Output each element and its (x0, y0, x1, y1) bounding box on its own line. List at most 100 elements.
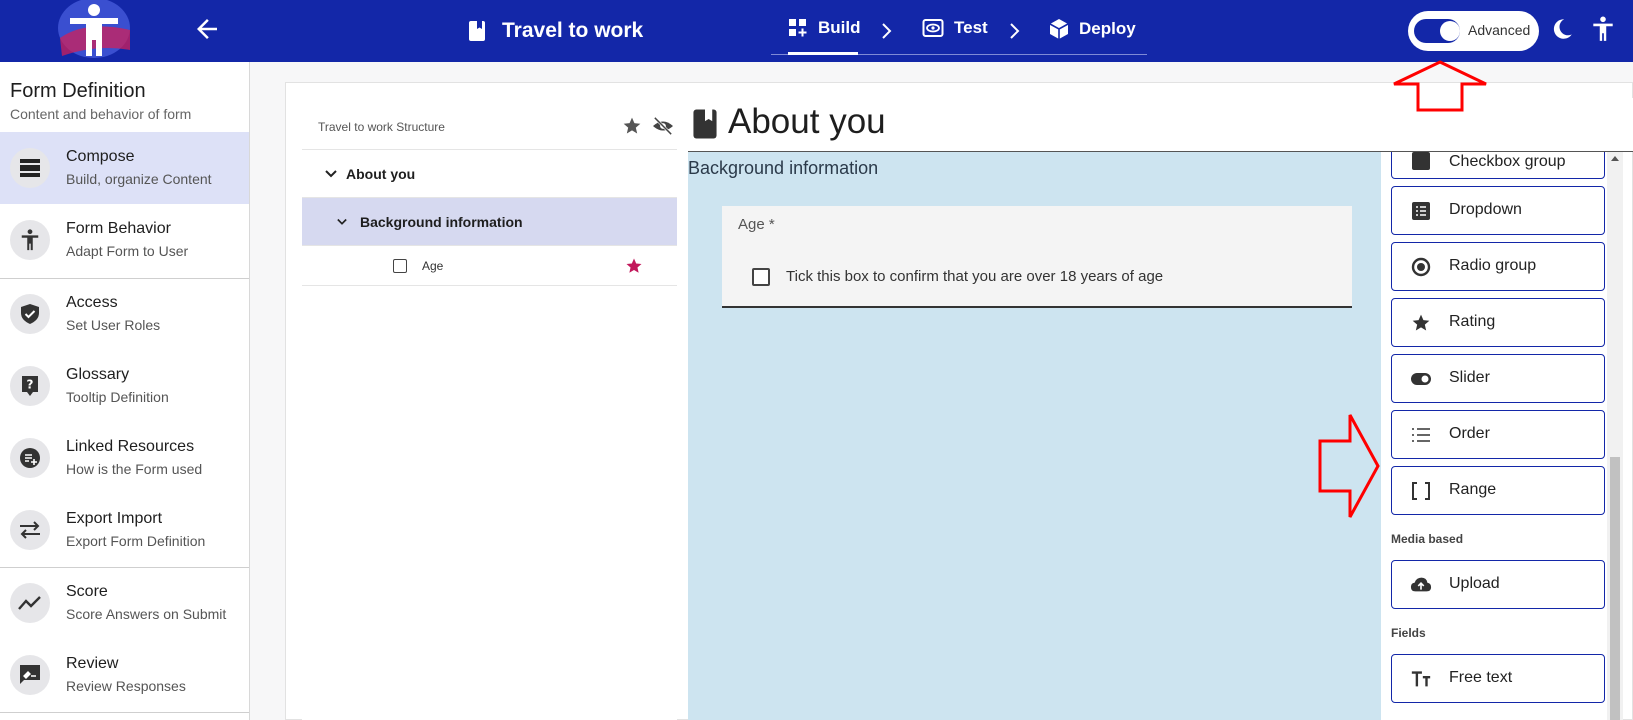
dark-mode-icon[interactable] (1549, 16, 1575, 42)
chevron-down-icon (337, 218, 347, 225)
rate-review-icon (10, 655, 50, 695)
tab-build-label: Build (818, 18, 861, 37)
svg-text:?: ? (27, 378, 34, 392)
sidebar-item-label: Compose (66, 148, 135, 165)
advanced-toggle[interactable]: Advanced (1408, 11, 1539, 51)
toolbox-radio-group-button[interactable]: Radio group (1391, 242, 1605, 291)
question-toolbox: Checkbox group Dropdown Radio group Rati… (1381, 152, 1617, 720)
sidebar-item-form-behavior[interactable]: Form Behavior Adapt Form to User (0, 204, 249, 276)
compose-icon (10, 148, 50, 188)
toolbox-range-button[interactable]: Range (1391, 466, 1605, 515)
section-title: Background information (688, 158, 879, 178)
toolbox-rating-button[interactable]: Rating (1391, 298, 1605, 347)
tab-build[interactable]: Build (788, 18, 861, 38)
sidebar-title: Form Definition (10, 80, 146, 102)
star-icon[interactable] (622, 116, 642, 136)
radio-icon (1411, 257, 1431, 277)
sidebar-item-score[interactable]: Score Score Answers on Submit (0, 567, 249, 639)
annotation-arrow-right-icon (1318, 414, 1380, 518)
sidebar-item-label: Linked Resources (66, 438, 195, 455)
toolbox-scrollbar[interactable] (1607, 152, 1623, 720)
bookmark-icon (693, 109, 717, 139)
tree-page-label: About you (346, 166, 416, 182)
sidebar-item-glossary[interactable]: ? Glossary Tooltip Definition (0, 350, 249, 422)
eye-icon (922, 19, 944, 37)
toolbox-dropdown-button[interactable]: Dropdown (1391, 186, 1605, 235)
sidebar-item-label: Export Import (66, 510, 163, 527)
tree-item-question[interactable]: Age (302, 246, 677, 286)
toolbox-button-label: Rating (1449, 313, 1496, 330)
toolbox-button-label: Free text (1449, 669, 1513, 686)
sidebar-divider (0, 712, 249, 713)
structure-panel: Travel to work Structure About you Backg… (302, 102, 677, 720)
sidebar-item-sublabel: Review Responses (66, 678, 186, 694)
visibility-off-icon[interactable] (652, 116, 674, 136)
tree-item-section[interactable]: Background information (302, 198, 677, 246)
list-icon (1412, 428, 1430, 442)
form-title: Travel to work (502, 19, 644, 42)
structure-header: Travel to work Structure (302, 102, 677, 150)
toolbox-button-label: Range (1449, 481, 1497, 498)
sidebar-item-review[interactable]: Review Review Responses (0, 639, 249, 711)
sidebar-item-sublabel: Tooltip Definition (66, 389, 169, 405)
checkbox-checked-icon (1412, 152, 1430, 170)
confirm-checkbox[interactable] (752, 268, 770, 286)
help-icon: ? (10, 366, 50, 406)
toolbox-checkbox-group-button[interactable]: Checkbox group (1391, 152, 1605, 179)
tree-question-label: Age (422, 259, 444, 273)
star-icon (1412, 314, 1430, 331)
tab-deploy[interactable]: Deploy (1049, 18, 1136, 40)
required-star-icon (626, 258, 642, 273)
form-definition-sidebar: Form Definition Content and behavior of … (0, 62, 250, 720)
tab-test[interactable]: Test (922, 18, 988, 38)
sidebar-item-sublabel: Adapt Form to User (66, 243, 189, 259)
toolbox-button-label: Dropdown (1449, 201, 1522, 218)
sidebar-item-export-import[interactable]: Export Import Export Form Definition (0, 494, 249, 566)
bracket-icon (1412, 482, 1430, 500)
toolbox-order-button[interactable]: Order (1391, 410, 1605, 459)
shield-icon (10, 294, 50, 334)
sidebar-item-sublabel: Export Form Definition (66, 533, 206, 549)
sidebar-item-sublabel: Build, organize Content (66, 171, 212, 187)
form-title-group: Travel to work (468, 16, 643, 46)
sidebar-item-access[interactable]: Access Set User Roles (0, 278, 249, 350)
question-card[interactable]: Age * Tick this box to confirm that you … (722, 206, 1352, 308)
advanced-toggle-knob (1440, 21, 1460, 41)
cloud-upload-icon (1410, 577, 1432, 592)
sidebar-item-sublabel: Score Answers on Submit (66, 606, 227, 622)
scroll-up-arrow-icon[interactable] (1611, 156, 1619, 161)
sidebar-subtitle: Content and behavior of form (10, 106, 192, 122)
chart-icon (10, 583, 50, 623)
page-title: About you (728, 102, 886, 141)
page-preview: Background information Age * Tick this b… (688, 152, 1381, 720)
cube-icon (1049, 19, 1069, 39)
top-app-bar: Travel to work Build Test Deploy Advance… (0, 0, 1633, 62)
toolbox-button-label: Checkbox group (1449, 153, 1566, 170)
active-tab-indicator (788, 52, 858, 55)
tab-test-label: Test (954, 18, 988, 37)
toolbox-slider-button[interactable]: Slider (1391, 354, 1605, 403)
sidebar-item-label: Score (66, 583, 108, 600)
sidebar-item-compose[interactable]: Compose Build, organize Content (0, 132, 249, 204)
sidebar-item-label: Access (66, 294, 118, 311)
sidebar-item-sublabel: Set User Roles (66, 317, 161, 333)
toolbox-free-text-button[interactable]: Free text (1391, 654, 1605, 703)
chevron-right-icon (1008, 20, 1022, 47)
toolbox-button-label: Upload (1449, 575, 1500, 592)
bookmark-icon (469, 21, 485, 41)
sidebar-item-linked-resources[interactable]: Linked Resources How is the Form used (0, 422, 249, 494)
accessibility-icon[interactable] (1590, 15, 1616, 43)
sidebar-item-label: Form Behavior (66, 220, 171, 237)
structure-title: Travel to work Structure (318, 120, 445, 134)
tree-item-page[interactable]: About you (302, 150, 677, 198)
swap-icon (10, 510, 50, 550)
toggle-icon (1411, 373, 1431, 385)
back-arrow-icon[interactable] (192, 14, 222, 44)
text-fields-icon (1411, 671, 1431, 687)
scrollbar-thumb[interactable] (1610, 457, 1620, 720)
dropdown-icon (1412, 202, 1430, 220)
toolbox-button-label: Radio group (1449, 257, 1537, 274)
toolbox-upload-button[interactable]: Upload (1391, 560, 1605, 609)
toolbox-category-media: Media based (1391, 532, 1464, 546)
tab-deploy-label: Deploy (1079, 19, 1136, 38)
